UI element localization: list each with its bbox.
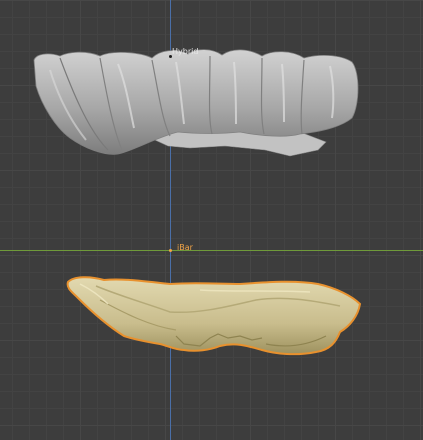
scene-canvas: [33, 49, 362, 356]
object-label-ibar: iBar: [177, 243, 193, 252]
ibar-mesh[interactable]: [66, 276, 362, 356]
hybrid-mesh[interactable]: [33, 49, 359, 157]
object-label-hybrid: Hybrid: [172, 47, 199, 56]
ibar-origin-dot-icon: [169, 249, 172, 252]
hybrid-origin-dot-icon: [169, 55, 172, 58]
3d-viewport[interactable]: Hybrid iBar: [0, 0, 423, 440]
